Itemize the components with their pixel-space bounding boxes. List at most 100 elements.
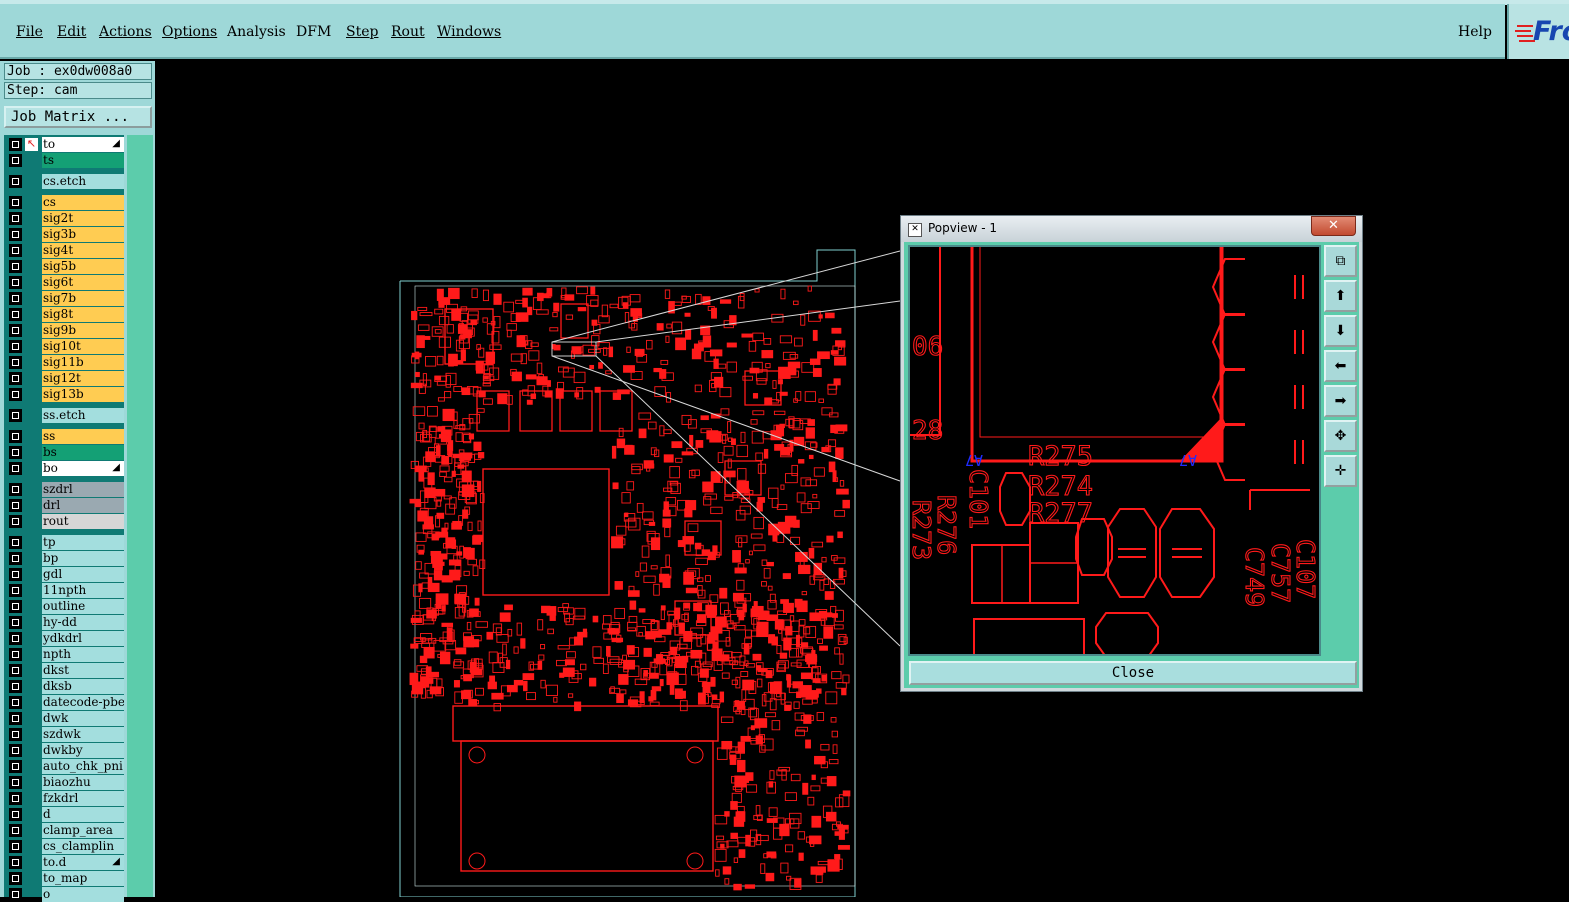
layer-name[interactable]: outline [42, 599, 124, 614]
layer-name[interactable]: drl [42, 498, 124, 513]
layer-row[interactable]: sig8t [6, 307, 124, 322]
layer-checkbox[interactable] [9, 856, 22, 869]
layer-name[interactable]: 11npth [42, 583, 124, 598]
layer-checkbox[interactable] [9, 680, 22, 693]
layer-row[interactable]: dksb [6, 679, 124, 694]
layer-row[interactable]: fzkdrl [6, 791, 124, 806]
layer-name[interactable]: sig8t [42, 307, 124, 322]
layer-row[interactable]: dwkby [6, 743, 124, 758]
layer-row[interactable]: auto_chk_pni [6, 759, 124, 774]
menu-windows[interactable]: Windows [437, 24, 501, 40]
menu-help[interactable]: Help [1458, 24, 1492, 40]
layer-name[interactable]: gdl [42, 567, 124, 582]
layer-row[interactable]: cs [6, 195, 124, 210]
layer-row[interactable]: outline [6, 599, 124, 614]
layer-row[interactable]: bp [6, 551, 124, 566]
layer-row[interactable]: sig9b [6, 323, 124, 338]
layer-checkbox[interactable] [9, 664, 22, 677]
layer-row[interactable]: cs.etch [6, 174, 124, 189]
layer-row[interactable]: ss.etch [6, 408, 124, 423]
layer-checkbox[interactable] [9, 840, 22, 853]
layer-checkbox[interactable] [9, 632, 22, 645]
layer-name[interactable]: dwkby [42, 743, 124, 758]
layer-row[interactable]: rout [6, 514, 124, 529]
layer-row[interactable]: szdrl [6, 482, 124, 497]
layer-checkbox[interactable] [9, 568, 22, 581]
fit-icon[interactable]: ⧉ [1324, 245, 1357, 277]
menu-dfm[interactable]: DFM [296, 24, 331, 40]
layer-name[interactable]: biaozhu [42, 775, 124, 790]
layer-row[interactable]: drl [6, 498, 124, 513]
layer-checkbox[interactable] [9, 154, 22, 167]
layer-checkbox[interactable] [9, 808, 22, 821]
layer-row[interactable]: hy-dd [6, 615, 124, 630]
layer-checkbox[interactable] [9, 872, 22, 885]
layer-name[interactable]: sig9b [42, 323, 124, 338]
layer-name[interactable]: ts [42, 153, 124, 168]
layer-row[interactable]: sig6t [6, 275, 124, 290]
layer-row[interactable]: sig4t [6, 243, 124, 258]
up-icon[interactable]: ⬆ [1324, 280, 1357, 312]
layer-row[interactable]: ss [6, 429, 124, 444]
layer-name[interactable]: o [42, 887, 124, 902]
layer-checkbox[interactable] [9, 388, 22, 401]
layer-list[interactable]: ↖ to ◢ ts cs.etch cs sig2t sig3b sig4t sig5b sig6t… [4, 135, 124, 902]
left-icon[interactable]: ⬅ [1324, 350, 1357, 382]
layer-checkbox[interactable] [9, 584, 22, 597]
layer-checkbox[interactable] [9, 696, 22, 709]
layer-checkbox[interactable] [9, 515, 22, 528]
layer-row[interactable]: sig3b [6, 227, 124, 242]
layer-checkbox[interactable] [9, 536, 22, 549]
layer-row[interactable]: o [6, 887, 124, 902]
layer-name[interactable]: bs [42, 445, 124, 460]
layer-checkbox[interactable] [9, 372, 22, 385]
layer-list-scrollbar[interactable] [127, 135, 153, 897]
layer-name[interactable]: bp [42, 551, 124, 566]
layer-checkbox[interactable] [9, 760, 22, 773]
layer-name[interactable]: sig3b [42, 227, 124, 242]
layer-checkbox[interactable] [9, 212, 22, 225]
layer-checkbox[interactable] [9, 824, 22, 837]
layer-checkbox[interactable] [9, 244, 22, 257]
layer-name[interactable]: ydkdrl [42, 631, 124, 646]
layer-checkbox[interactable] [9, 228, 22, 241]
layer-checkbox[interactable] [9, 340, 22, 353]
menu-options[interactable]: Options [162, 24, 217, 40]
layer-name[interactable]: tp [42, 535, 124, 550]
layer-name[interactable]: clamp_area [42, 823, 124, 838]
layer-row[interactable]: bo ◢ [6, 461, 124, 476]
layer-row[interactable]: sig7b [6, 291, 124, 306]
layer-checkbox[interactable] [9, 196, 22, 209]
layer-checkbox[interactable] [9, 888, 22, 901]
layer-checkbox[interactable] [9, 776, 22, 789]
layer-row[interactable]: datecode-pbe [6, 695, 124, 710]
layer-name[interactable]: sig2t [42, 211, 124, 226]
layer-row[interactable]: sig5b [6, 259, 124, 274]
layer-row[interactable]: bs [6, 445, 124, 460]
layer-checkbox[interactable] [9, 430, 22, 443]
close-button[interactable]: Close [909, 661, 1357, 685]
layer-row[interactable]: to_map [6, 871, 124, 886]
layer-row[interactable]: tp [6, 535, 124, 550]
layer-row[interactable]: d [6, 807, 124, 822]
layer-row[interactable]: sig2t [6, 211, 124, 226]
layer-row[interactable]: to.d ◢ [6, 855, 124, 870]
layer-checkbox[interactable] [9, 728, 22, 741]
menu-analysis[interactable]: Analysis [227, 24, 286, 40]
job-matrix-button[interactable]: Job Matrix ... [4, 106, 152, 128]
layer-name[interactable]: cs [42, 195, 124, 210]
layer-checkbox[interactable] [9, 138, 22, 151]
layer-name[interactable]: fzkdrl [42, 791, 124, 806]
layer-checkbox[interactable] [9, 616, 22, 629]
layer-row[interactable]: sig12t [6, 371, 124, 386]
layer-checkbox[interactable] [9, 499, 22, 512]
layer-name[interactable]: cs_clamplin [42, 839, 124, 854]
layer-checkbox[interactable] [9, 175, 22, 188]
menu-file[interactable]: File [16, 24, 43, 40]
layer-row[interactable]: biaozhu [6, 775, 124, 790]
layer-checkbox[interactable] [9, 712, 22, 725]
layer-checkbox[interactable] [9, 409, 22, 422]
layer-checkbox[interactable] [9, 308, 22, 321]
layer-row[interactable]: sig13b [6, 387, 124, 402]
popview-canvas[interactable]: R275 R274 R277 R276 R273 C101 C107 C757 C749 06 28… [908, 245, 1321, 656]
